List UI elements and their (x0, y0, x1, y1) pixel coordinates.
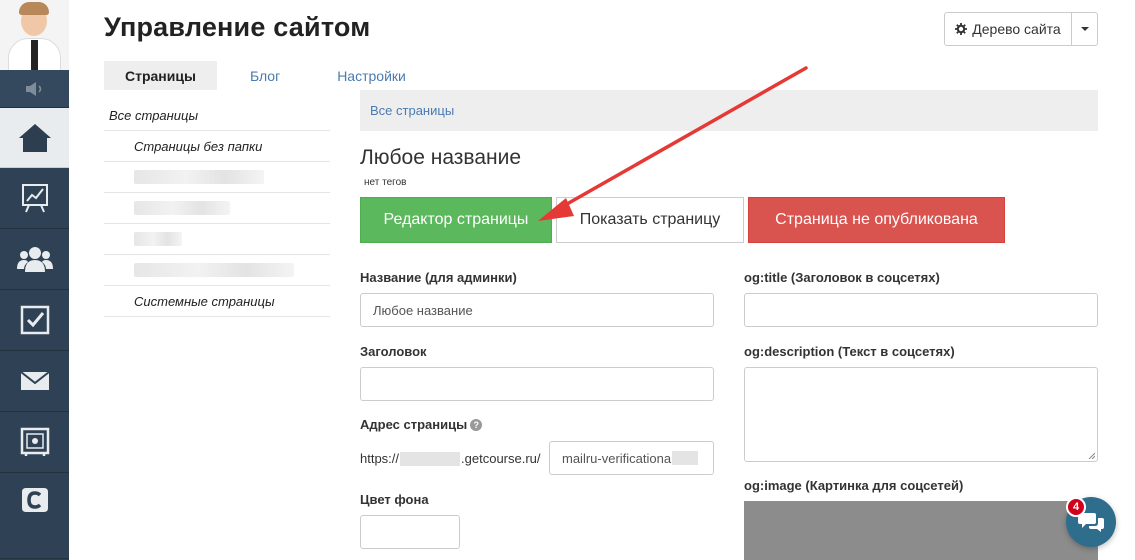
redacted-text (134, 201, 230, 215)
redacted-text (672, 451, 699, 465)
sidebar-item-getcourse[interactable] (0, 473, 69, 559)
sidebar-item-users[interactable] (0, 229, 69, 290)
folder-item-redacted[interactable] (104, 224, 330, 255)
mail-icon (19, 371, 50, 390)
og-image-preview[interactable] (744, 501, 1098, 560)
site-tree-label: Дерево сайта (972, 21, 1061, 37)
safe-icon (20, 427, 49, 456)
address-label: Адрес страницы (360, 417, 468, 432)
bg-color-input[interactable] (360, 515, 460, 549)
og-title-label: og:title (Заголовок в соцсетях) (744, 270, 940, 285)
sidebar-item-announcements[interactable] (0, 70, 69, 108)
heading-input[interactable] (360, 367, 714, 401)
address-prefix-start: https:// (360, 451, 400, 466)
redacted-text (400, 451, 461, 466)
breadcrumb-link[interactable]: Все страницы (370, 103, 454, 118)
sidebar-item-site[interactable] (0, 108, 69, 168)
chart-icon (21, 184, 48, 213)
gear-icon (955, 23, 968, 35)
site-tree-button[interactable]: Дерево сайта (945, 13, 1072, 45)
address-prefix-end: .getcourse.ru/ (461, 451, 541, 466)
folder-no-folder[interactable]: Страницы без папки (104, 131, 330, 162)
folder-all-pages[interactable]: Все страницы (104, 100, 330, 131)
breadcrumb: Все страницы (360, 90, 1098, 131)
sidebar-item-tasks[interactable] (0, 290, 69, 351)
admin-name-input[interactable]: Любое название (360, 293, 714, 327)
home-icon (18, 123, 51, 152)
site-tree-button-group: Дерево сайта (944, 12, 1098, 46)
og-title-input[interactable] (744, 293, 1098, 327)
tab-blog[interactable]: Блог (217, 61, 280, 90)
redacted-text (134, 263, 294, 277)
sidebar-item-reports[interactable] (0, 168, 69, 229)
unpublished-button[interactable]: Страница не опубликована (748, 197, 1005, 243)
sidebar-item-messages[interactable] (0, 351, 69, 412)
folder-item-redacted[interactable] (104, 193, 330, 224)
sidebar-item-sales[interactable] (0, 412, 69, 473)
tags-text: нет тегов (364, 177, 407, 188)
page-editor-button[interactable]: Редактор страницы (360, 197, 552, 243)
help-icon[interactable]: ? (470, 419, 483, 431)
avatar[interactable] (0, 0, 69, 70)
show-page-button[interactable]: Показать страницу (556, 197, 744, 243)
og-description-textarea[interactable] (744, 367, 1098, 462)
address-input[interactable]: mailru-verificationa (549, 441, 714, 475)
left-sidebar (0, 0, 69, 560)
tab-settings[interactable]: Настройки (280, 61, 406, 90)
chat-unread-badge: 4 (1066, 497, 1086, 517)
folder-system[interactable]: Системные страницы (104, 286, 330, 317)
resize-handle-icon[interactable] (1087, 451, 1095, 459)
address-label-wrap: Адрес страницы? (360, 417, 483, 432)
checkbox-icon (20, 305, 49, 335)
address-prefix: https:// .getcourse.ru/ (360, 451, 541, 466)
redacted-text (134, 170, 264, 184)
og-image-label: og:image (Картинка для соцсетей) (744, 478, 964, 493)
admin-name-label: Название (для админки) (360, 270, 517, 285)
tab-pages[interactable]: Страницы (104, 61, 217, 90)
bg-color-label: Цвет фона (360, 492, 429, 507)
page-heading: Любое название (360, 146, 522, 169)
og-description-label: og:description (Текст в соцсетях) (744, 344, 955, 359)
section-tabs: Страницы Блог Настройки (104, 61, 406, 90)
speaker-icon (25, 81, 41, 96)
page-title: Управление сайтом (104, 12, 371, 42)
redacted-text (134, 232, 182, 246)
site-tree-dropdown-toggle[interactable] (1072, 13, 1097, 45)
getcourse-logo-icon (21, 488, 48, 512)
folder-item-redacted[interactable] (104, 255, 330, 286)
address-input-value: mailru-verificationa (562, 450, 672, 466)
folder-item-redacted[interactable] (104, 162, 330, 193)
users-icon (16, 247, 53, 272)
folder-list: Все страницы Страницы без папки Системны… (104, 100, 330, 317)
heading-label: Заголовок (360, 344, 427, 359)
caret-down-icon (1080, 27, 1089, 31)
